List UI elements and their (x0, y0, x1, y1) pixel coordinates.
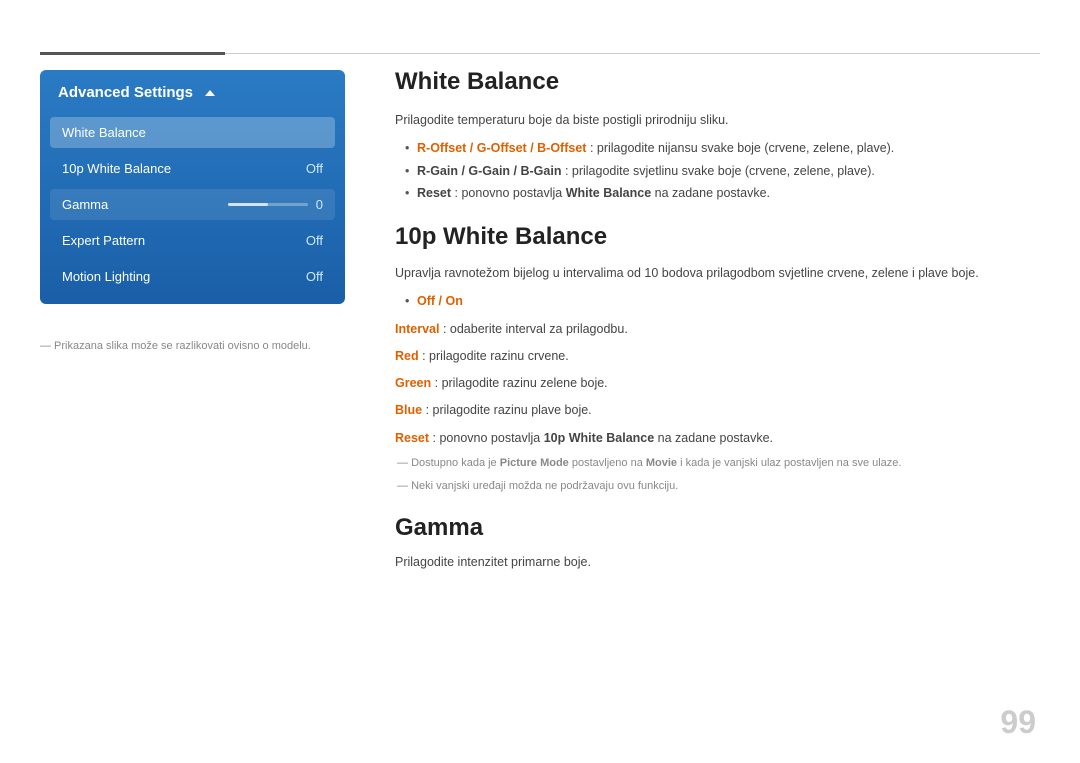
bullet-highlight: R-Offset / G-Offset / B-Offset (417, 141, 586, 155)
gamma-intro: Prilagodite intenzitet primarne boje. (395, 552, 1040, 573)
menu-item-label: White Balance (62, 125, 146, 140)
gamma-slider-container: 0 (228, 197, 323, 212)
menu-item-value: Off (306, 269, 323, 284)
line-dark (40, 52, 225, 55)
10p-white-balance-title: 10p White Balance (395, 223, 1040, 251)
note-external-devices: Neki vanjski uređaji možda ne podržavaju… (395, 478, 1040, 496)
detail-red: Red : prilagodite razinu crvene. (395, 346, 1040, 367)
gamma-value: 0 (316, 197, 323, 212)
menu-item-motion-lighting[interactable]: Motion Lighting Off (50, 261, 335, 292)
advanced-settings-box: Advanced Settings White Balance 10p Whit… (40, 70, 345, 304)
detail-rest: : ponovno postavlja 10p White Balance na… (433, 431, 774, 445)
menu-item-expert-pattern[interactable]: Expert Pattern Off (50, 225, 335, 256)
right-content: White Balance Prilagodite temperaturu bo… (395, 68, 1040, 591)
bullet-highlight: Reset (417, 186, 451, 200)
line-light (225, 53, 1040, 54)
menu-item-white-balance[interactable]: White Balance (50, 117, 335, 148)
detail-reset: Reset : ponovno postavlja 10p White Bala… (395, 428, 1040, 449)
menu-item-label: Expert Pattern (62, 233, 145, 248)
gamma-slider-fill (228, 203, 268, 206)
menu-item-value: Off (306, 161, 323, 176)
bullet-highlight: R-Gain / G-Gain / B-Gain (417, 164, 561, 178)
white-balance-intro: Prilagodite temperaturu boje da biste po… (395, 110, 1040, 131)
detail-rest: : odaberite interval za prilagodbu. (443, 322, 628, 336)
arrow-up-icon (205, 90, 215, 96)
bullet-reset: Reset : ponovno postavlja White Balance … (405, 182, 1040, 205)
white-balance-body: Prilagodite temperaturu boje da biste po… (395, 110, 1040, 205)
left-panel: Advanced Settings White Balance 10p Whit… (40, 70, 345, 304)
advanced-settings-title: Advanced Settings (58, 84, 193, 101)
menu-item-label: Motion Lighting (62, 269, 150, 284)
detail-rest: : prilagodite razinu crvene. (422, 349, 569, 363)
menu-item-label: 10p White Balance (62, 161, 171, 176)
menu-item-gamma[interactable]: Gamma 0 (50, 189, 335, 220)
top-decorative-lines (40, 52, 1040, 55)
detail-green: Green : prilagodite razinu zelene boje. (395, 373, 1040, 394)
detail-interval: Interval : odaberite interval za prilago… (395, 319, 1040, 340)
gamma-slider-track[interactable] (228, 203, 308, 206)
bullet-rest: : prilagodite svjetlinu svake boje (crve… (565, 164, 875, 178)
10p-white-balance-body: Upravlja ravnotežom bijelog u intervalim… (395, 263, 1040, 496)
menu-item-10p-white-balance[interactable]: 10p White Balance Off (50, 153, 335, 184)
detail-blue: Blue : prilagodite razinu plave boje. (395, 400, 1040, 421)
footer-note: ― Prikazana slika može se razlikovati ov… (40, 340, 311, 352)
detail-label: Interval (395, 322, 439, 336)
detail-label: Reset (395, 431, 429, 445)
gamma-body: Prilagodite intenzitet primarne boje. (395, 552, 1040, 573)
gamma-title: Gamma (395, 514, 1040, 542)
off-on-label: Off / On (417, 294, 463, 308)
menu-item-label: Gamma (62, 197, 108, 212)
10p-intro: Upravlja ravnotežom bijelog u intervalim… (395, 263, 1040, 284)
advanced-settings-header: Advanced Settings (40, 70, 345, 111)
page-number: 99 (1000, 704, 1036, 741)
white-balance-title: White Balance (395, 68, 1040, 96)
white-balance-bullets: R-Offset / G-Offset / B-Offset : prilago… (395, 137, 1040, 205)
10p-bullets: Off / On (395, 290, 1040, 313)
detail-label: Red (395, 349, 419, 363)
bullet-rest: : ponovno postavlja White Balance na zad… (455, 186, 770, 200)
menu-item-value: Off (306, 233, 323, 248)
detail-label: Blue (395, 403, 422, 417)
detail-rest: : prilagodite razinu zelene boje. (435, 376, 608, 390)
menu-items-list: White Balance 10p White Balance Off Gamm… (40, 111, 345, 304)
detail-rest: : prilagodite razinu plave boje. (426, 403, 592, 417)
bullet-r-offset: R-Offset / G-Offset / B-Offset : prilago… (405, 137, 1040, 160)
note-picture-mode: Dostupno kada je Picture Mode postavljen… (395, 455, 1040, 473)
bullet-rest: : prilagodite nijansu svake boje (crvene… (590, 141, 894, 155)
bullet-r-gain: R-Gain / G-Gain / B-Gain : prilagodite s… (405, 160, 1040, 183)
bullet-off-on: Off / On (405, 290, 1040, 313)
detail-label: Green (395, 376, 431, 390)
